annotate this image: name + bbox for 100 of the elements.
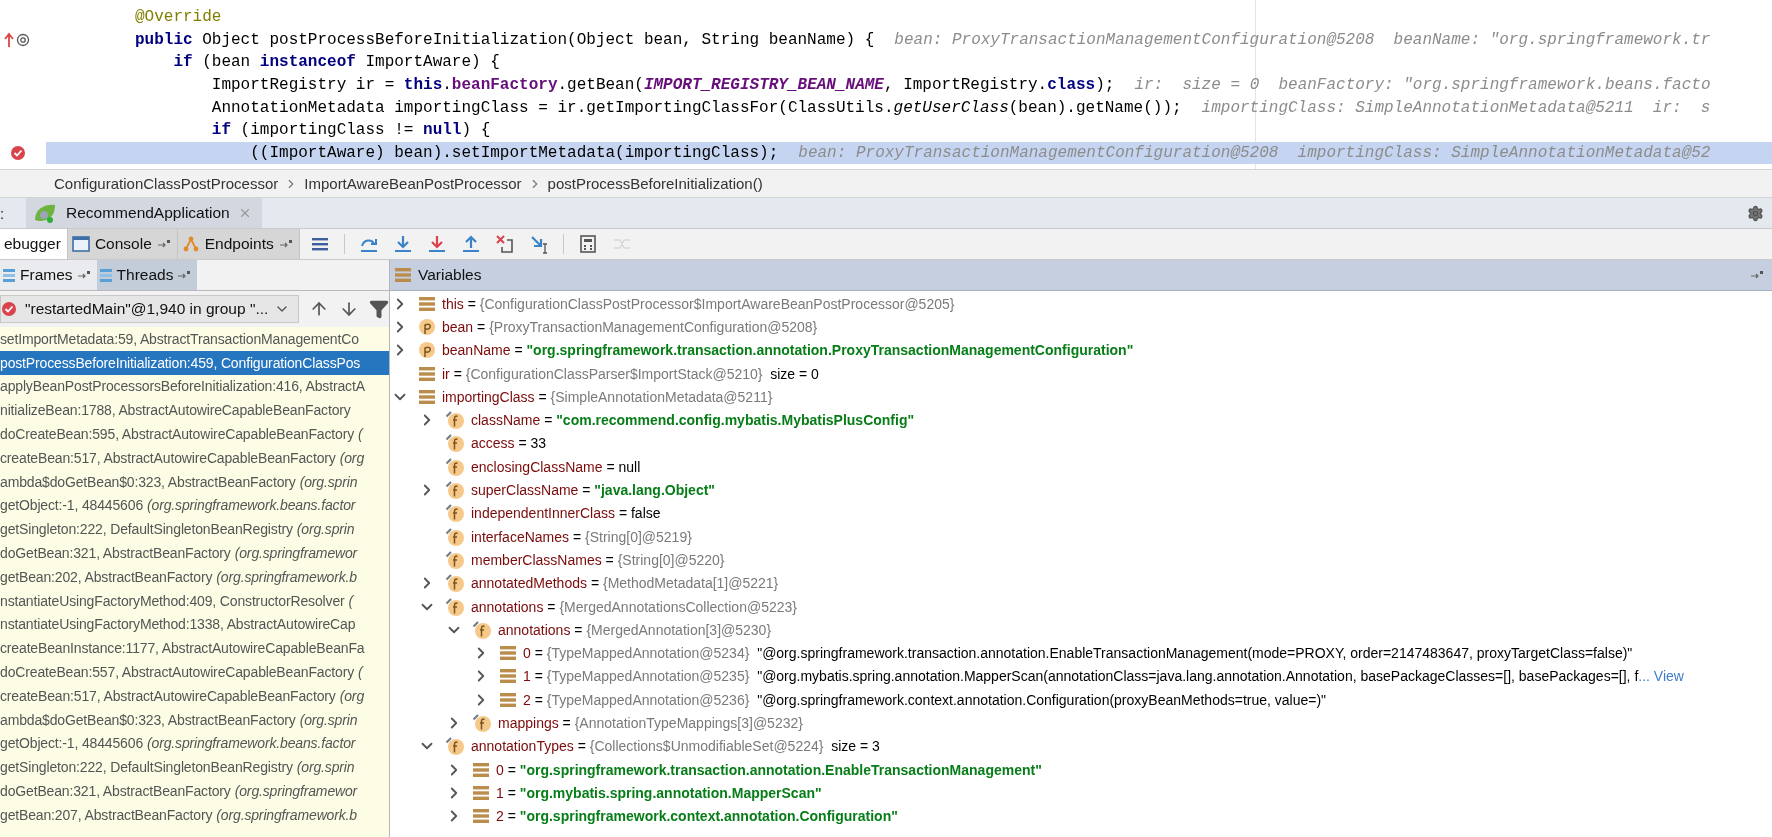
variable-text: access = 33 — [471, 435, 547, 452]
console-icon — [71, 236, 90, 252]
parameter-icon — [418, 317, 436, 336]
breakpoint-icon[interactable] — [10, 144, 26, 161]
code-line: public Object postProcessBeforeInitialization(Object bean, String beanName) { — [135, 30, 875, 49]
variable-text: annotatedMethods = {MethodMetadata[1]@5221} — [471, 575, 779, 592]
debug-tab[interactable]: Console — [67, 229, 178, 259]
stack-frame[interactable]: applyBeanPostProcessorsBeforeInitialization:416, AbstractA — [0, 374, 389, 399]
field-icon — [445, 503, 465, 524]
breadcrumb-item[interactable]: postProcessBeforeInitialization() — [547, 175, 763, 192]
network-icon — [181, 235, 200, 253]
code-line: if (bean instanceof ImportAware) { — [172, 53, 500, 72]
variable-icon — [499, 645, 517, 662]
variable-icon — [472, 808, 490, 825]
stack-frame[interactable]: getSingleton:222, DefaultSingletonBeanRegistry (org.sprin — [0, 517, 389, 542]
stack-frame[interactable]: nstantiateUsingFactoryMethod:409, ConstructorResolver ( — [0, 588, 389, 613]
variable-text: mappings = {AnnotationTypeMappings[3]@5232} — [498, 715, 803, 731]
pin-icon[interactable] — [278, 239, 293, 249]
drop-frame-icon[interactable] — [494, 234, 515, 254]
variable-icon — [499, 668, 517, 685]
force-step-into-icon[interactable] — [426, 234, 447, 254]
variable-text: superClassName = "java.lang.Object" — [471, 482, 715, 498]
view-link[interactable]: ... View — [1638, 668, 1684, 685]
variable-text: className = "com.recommend.config.mybatis.MybatisPlusConfig" — [471, 412, 915, 429]
variable-text: bean = {ProxyTransactionManagementConfiguration@5208} — [442, 318, 818, 335]
settings-icon[interactable] — [1747, 204, 1764, 222]
variable-icon — [499, 691, 517, 708]
stack-frame[interactable]: getObject:-1, 48445606 (org.springframework.beans.factor — [0, 493, 389, 518]
variable-text: independentInnerClass = false — [471, 505, 661, 522]
leaf-icon — [32, 202, 58, 224]
field-icon — [445, 596, 465, 617]
inline-value-hint: ir: size = 0 beanFactory: "org.springframework.beans.facto — [1134, 76, 1711, 95]
breadcrumb-item[interactable]: ImportAwareBeanPostProcessor — [304, 175, 522, 192]
panel-tab[interactable]: Frames — [0, 260, 97, 290]
panel-tab[interactable]: Threads — [96, 260, 198, 290]
variable-text: ir = {ConfigurationClassParser$ImportStack@5210} size = 0 — [442, 365, 819, 382]
stack-frame[interactable]: getObject:-1, 48445606 (org.springframework.beans.factor — [0, 731, 389, 756]
variable-icon — [418, 388, 436, 405]
pin-icon[interactable] — [76, 270, 91, 280]
variable-text: 1 = {TypeMappedAnnotation@5235} "@org.mybatis.spring.annotation.MapperScan(annotationClass=java.lang.annotation.Annotation, basePackageClasses=[], basePackages=[], f — [523, 668, 1639, 685]
variable-text: enclosingClassName = null — [471, 458, 641, 475]
variable-icon — [418, 365, 436, 382]
stack-frame[interactable]: getBean:207, AbstractBeanFactory (org.springframework.b — [0, 802, 389, 827]
stack-frame[interactable]: createBean:517, AbstractAutowireCapableBeanFactory (org — [0, 683, 389, 708]
stack-frame[interactable]: doCreateBean:595, AbstractAutowireCapableBeanFactory ( — [0, 422, 389, 446]
variables-icon — [394, 267, 412, 283]
pin-icon[interactable] — [1750, 270, 1764, 280]
step-into-icon[interactable] — [392, 234, 413, 254]
list-icon — [2, 267, 16, 283]
pin-icon[interactable] — [156, 239, 171, 249]
variable-icon — [418, 295, 436, 312]
code-line: AnnotationMetadata importingClass = ir.getImportingClassFor(ClassUtils.getUserClass(bean).getName()); — [210, 98, 1182, 117]
field-icon — [445, 736, 465, 757]
override-arrow-icon[interactable] — [4, 31, 14, 48]
thread-dropdown[interactable]: "restartedMain"@1,940 in group "... — [0, 295, 300, 323]
debug-tab[interactable]: Endpoints — [177, 229, 300, 259]
run-to-cursor-icon[interactable] — [528, 234, 549, 254]
stack-frame[interactable]: postProcessBeforeInitialization:459, ConfigurationClassPos — [0, 350, 389, 375]
stack-frame[interactable]: createBean:517, AbstractAutowireCapableBeanFactory (org — [0, 446, 389, 470]
run-tab[interactable]: RecommendApplication — [26, 198, 262, 228]
variable-text: 1 = "org.mybatis.spring.annotation.MapperScan" — [496, 784, 822, 801]
code-line: ((ImportAware) bean).setImportMetadata(importingClass); — [249, 143, 779, 162]
stack-frame[interactable]: nitializeBean:1788, AbstractAutowireCapableBeanFactory — [0, 398, 389, 423]
panel-label: : — [0, 204, 6, 222]
inline-value-hint: importingClass: SimpleAnnotationMetadata@5211 ir: s — [1201, 98, 1711, 117]
stack-frame[interactable]: nstantiateUsingFactoryMethod:1338, AbstractAutowireCap — [0, 612, 389, 637]
stack-frame[interactable]: setImportMetadata:59, AbstractTransactionManagementCo — [0, 327, 389, 351]
variable-text: interfaceNames = {String[0]@5219} — [471, 528, 692, 545]
field-icon — [472, 619, 492, 640]
stack-frame[interactable]: doGetBean:321, AbstractBeanFactory (org.springframewor — [0, 779, 389, 803]
inline-value-hint: bean: ProxyTransactionManagementConfiguration@5208 importingClass: SimpleAnnotationMetadata@52 — [798, 143, 1711, 162]
variable-icon — [472, 784, 490, 801]
variable-text: this = {ConfigurationClassPostProcessor$ImportAwareBeanPostProcessor@5205} — [442, 295, 955, 312]
debug-tab[interactable]: ebugger — [0, 229, 68, 259]
variable-text: 2 = "org.springframework.context.annotation.Configuration" — [496, 808, 898, 825]
filter-icon[interactable] — [369, 299, 390, 319]
stack-frame[interactable]: ambda$doGetBean$0:323, AbstractBeanFactory (org.sprin — [0, 469, 389, 494]
code-line: if (importingClass != null) { — [210, 121, 491, 140]
panel-title: Variables — [418, 266, 483, 284]
code-line: @Override — [135, 8, 222, 27]
stack-frame[interactable]: doGetBean:321, AbstractBeanFactory (org.springframewor — [0, 541, 389, 565]
thread-icon — [1, 300, 19, 318]
pin-icon[interactable] — [177, 270, 192, 280]
variable-text: 0 = {TypeMappedAnnotation@5234} "@org.springframework.transaction.annotation.EnableTransactionManagement(mode=PROXY, order=2147483647, proxyTargetClass=false)" — [523, 645, 1633, 662]
stack-frame[interactable]: getSingleton:222, DefaultSingletonBeanRegistry (org.sprin — [0, 755, 389, 780]
step-out-icon[interactable] — [460, 234, 481, 254]
code-line: ImportRegistry ir = this.beanFactory.getBean(IMPORT_REGISTRY_BEAN_NAME, ImportRegistry.class); — [210, 76, 1115, 95]
field-icon — [472, 713, 492, 733]
at-sign-icon[interactable] — [16, 32, 30, 47]
variable-text: annotationTypes = {Collections$UnmodifiableSet@5224} size = 3 — [471, 738, 880, 755]
field-icon — [445, 410, 465, 431]
breadcrumb-item[interactable]: ConfigurationClassPostProcessor — [54, 175, 279, 192]
field-icon — [445, 480, 465, 500]
field-icon — [445, 573, 465, 594]
stack-frame[interactable]: createBeanInstance:1177, AbstractAutowireCapableBeanFa — [0, 636, 389, 661]
field-icon — [445, 526, 465, 547]
stack-frame[interactable]: ambda$doGetBean$0:323, AbstractBeanFactory (org.sprin — [0, 707, 389, 732]
evaluate-icon[interactable] — [577, 234, 598, 254]
stack-frame[interactable]: getBean:202, AbstractBeanFactory (org.springframework.b — [0, 564, 389, 589]
stack-frame[interactable]: doCreateBean:557, AbstractAutowireCapableBeanFactory ( — [0, 660, 389, 684]
